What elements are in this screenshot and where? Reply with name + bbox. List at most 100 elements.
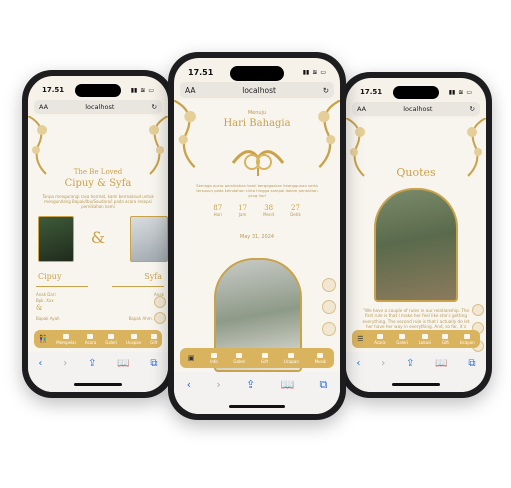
left-screen: 17.51 ▮▮ ≋ ▭ AA localhost ↻ The Be Loved C…	[28, 76, 168, 392]
ampersand: &	[90, 228, 106, 247]
tabs-icon[interactable]: ⧉	[468, 358, 475, 369]
event-date: May 31, 2024	[239, 234, 275, 240]
signal-icon: ▮▮	[302, 68, 310, 76]
home-indicator	[74, 383, 122, 386]
address-bar[interactable]: AA localhost ↻	[180, 82, 334, 98]
share-icon[interactable]: ⇪	[406, 358, 414, 369]
reload-icon[interactable]: ↻	[323, 86, 329, 95]
nav-icon	[63, 333, 69, 339]
nav-item-info[interactable]: Info	[210, 352, 218, 364]
share-icon[interactable]: ⇪	[88, 358, 96, 369]
tabs-icon[interactable]: ⧉	[320, 378, 328, 392]
aa-button[interactable]: AA	[185, 86, 195, 95]
center-phone: 17.51 ▮▮ ≋ ▭ AA localhost ↻ Menuju Hari Ba…	[168, 52, 346, 420]
nav-icon	[464, 333, 471, 339]
couple-icon: 👫	[38, 335, 48, 343]
groom-parents: Bpk. Xxx	[36, 298, 54, 303]
side-action-button[interactable]	[322, 278, 336, 292]
signal-icon: ▮▮	[130, 86, 138, 94]
right-screen: 17.51 ▮▮ ≋ ▭ AA localhost ↻ Quotes “We hav…	[346, 78, 486, 392]
countdown: 87 Hari 17 Jam 38 Menit 27 Detik	[174, 204, 340, 217]
address-bar[interactable]: AA localhost ↻	[352, 102, 480, 116]
floral-ornament-icon	[149, 116, 168, 175]
side-action-button[interactable]	[322, 322, 336, 336]
safari-toolbar: ‹ › ⇪ 📖 ⧉	[346, 352, 486, 392]
right-phone: 17.51 ▮▮ ≋ ▭ AA localhost ↻ Quotes “We hav…	[340, 72, 492, 398]
aa-button[interactable]: AA	[39, 103, 48, 111]
side-action-button[interactable]	[322, 300, 336, 314]
divider	[112, 286, 164, 287]
wifi-icon: ≋	[140, 86, 146, 94]
side-action-button[interactable]	[472, 304, 484, 316]
aa-button[interactable]: AA	[357, 105, 366, 113]
battery-icon: ▭	[148, 86, 154, 94]
bottom-nav: 👫 Mempelai Acara Galeri Ucapan Gift	[34, 330, 162, 348]
nav-item-menu[interactable]: ☰	[357, 335, 363, 343]
status-bar: 17.51 ▮▮ ≋ ▭	[188, 65, 326, 79]
nav-item-gift[interactable]: Gift	[442, 333, 449, 345]
status-time: 17.51	[42, 86, 65, 94]
center-screen: 17.51 ▮▮ ≋ ▭ AA localhost ↻ Menuju Hari Ba…	[174, 58, 340, 414]
url-text[interactable]: localhost	[242, 86, 276, 95]
bookmarks-icon[interactable]: 📖	[281, 378, 295, 391]
address-bar[interactable]: AA localhost ↻	[34, 100, 162, 114]
nav-icon	[236, 352, 243, 358]
bookmarks-icon[interactable]: 📖	[117, 358, 129, 369]
forward-icon[interactable]: ›	[381, 358, 385, 369]
nav-icon	[150, 333, 157, 339]
back-icon[interactable]: ‹	[187, 378, 191, 391]
nav-icon	[210, 352, 217, 358]
nav-item-lokasi[interactable]: Lokasi	[419, 333, 431, 345]
back-icon[interactable]: ‹	[38, 358, 42, 369]
home-indicator	[392, 383, 440, 386]
countdown-minutes: 38 Menit	[263, 204, 275, 217]
share-icon[interactable]: ⇪	[246, 378, 255, 391]
nav-item-galeri[interactable]: Galeri	[233, 352, 245, 364]
divider	[36, 286, 88, 287]
nav-item-home[interactable]: ▣	[188, 354, 195, 362]
reload-icon[interactable]: ↻	[470, 105, 475, 113]
nav-item-mempelai[interactable]: Mempelai	[56, 333, 76, 345]
nav-item-musik[interactable]: Musik	[315, 352, 326, 364]
url-text[interactable]: localhost	[403, 105, 432, 113]
forward-icon[interactable]: ›	[216, 378, 220, 391]
status-icons: ▮▮ ≋ ▭	[303, 69, 326, 76]
bottom-nav: ☰ Acara Galeri Lokasi Gift Ucapan	[352, 330, 480, 348]
countdown-days: 87 Hari	[213, 204, 223, 217]
nav-item-acara[interactable]: Acara	[85, 333, 96, 345]
groom-parents-amp: &	[36, 304, 43, 312]
nav-item-home[interactable]: 👫	[39, 335, 48, 343]
intro-text: Tanpa mengurangi rasa hormat, kami berma…	[42, 194, 154, 210]
nav-item-ucapan[interactable]: Ucapan	[284, 352, 299, 364]
nav-item-galeri[interactable]: Galeri	[105, 333, 117, 345]
nav-item-ucapan[interactable]: Ucapan	[460, 333, 475, 345]
rings-ornament-icon	[231, 150, 285, 176]
bottom-nav: ▣ Info Galeri Gift Ucapan Musik	[180, 348, 334, 368]
side-action-button[interactable]	[154, 296, 166, 308]
forward-icon[interactable]: ›	[63, 358, 67, 369]
wifi-icon: ≋	[312, 68, 318, 76]
reload-icon[interactable]: ↻	[152, 103, 157, 111]
pre-title: Menuju	[247, 110, 267, 116]
nav-item-galeri[interactable]: Galeri	[396, 333, 408, 345]
phone-icon: ▣	[187, 354, 195, 362]
nav-item-gift[interactable]: Gift	[261, 352, 268, 364]
tabs-icon[interactable]: ⧉	[150, 358, 157, 369]
bride-photo	[130, 216, 168, 262]
url-text[interactable]: localhost	[85, 103, 114, 111]
nav-item-gift[interactable]: Gift	[150, 333, 157, 345]
side-action-button[interactable]	[154, 312, 166, 324]
floral-ornament-icon	[28, 116, 47, 175]
home-indicator	[229, 405, 285, 408]
nav-item-acara[interactable]: Acara	[374, 333, 386, 345]
nav-icon	[317, 352, 324, 358]
nav-icon	[87, 333, 94, 339]
status-icons: ▮▮ ≋ ▭	[449, 89, 472, 96]
menu-icon: ☰	[357, 335, 364, 343]
nav-icon	[421, 333, 428, 339]
back-icon[interactable]: ‹	[356, 358, 360, 369]
bookmarks-icon[interactable]: 📖	[435, 358, 447, 369]
wifi-icon: ≋	[458, 88, 464, 96]
nav-item-ucapan[interactable]: Ucapan	[126, 333, 141, 345]
couple-title: Cipuy & Syfa	[64, 178, 132, 189]
